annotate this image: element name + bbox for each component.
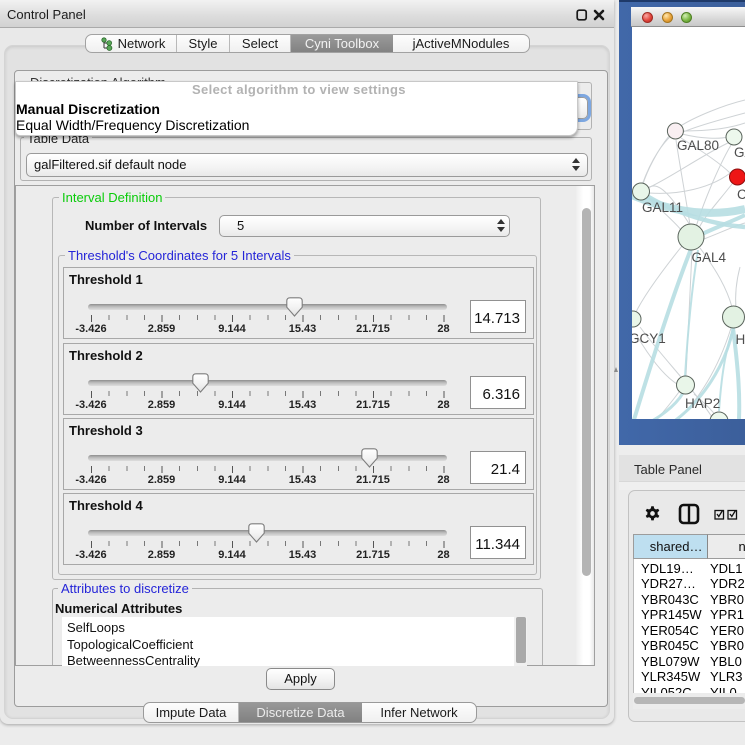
svg-text:GCY1: GCY1 xyxy=(632,331,666,346)
svg-text:GA: GA xyxy=(734,145,745,160)
svg-text:GAL11: GAL11 xyxy=(642,200,683,215)
svg-text:C: C xyxy=(737,187,745,202)
svg-text:GAL4: GAL4 xyxy=(692,250,727,265)
svg-text:H: H xyxy=(736,332,745,347)
svg-text:GAL80: GAL80 xyxy=(677,138,719,153)
svg-text:HAP2: HAP2 xyxy=(685,396,720,411)
